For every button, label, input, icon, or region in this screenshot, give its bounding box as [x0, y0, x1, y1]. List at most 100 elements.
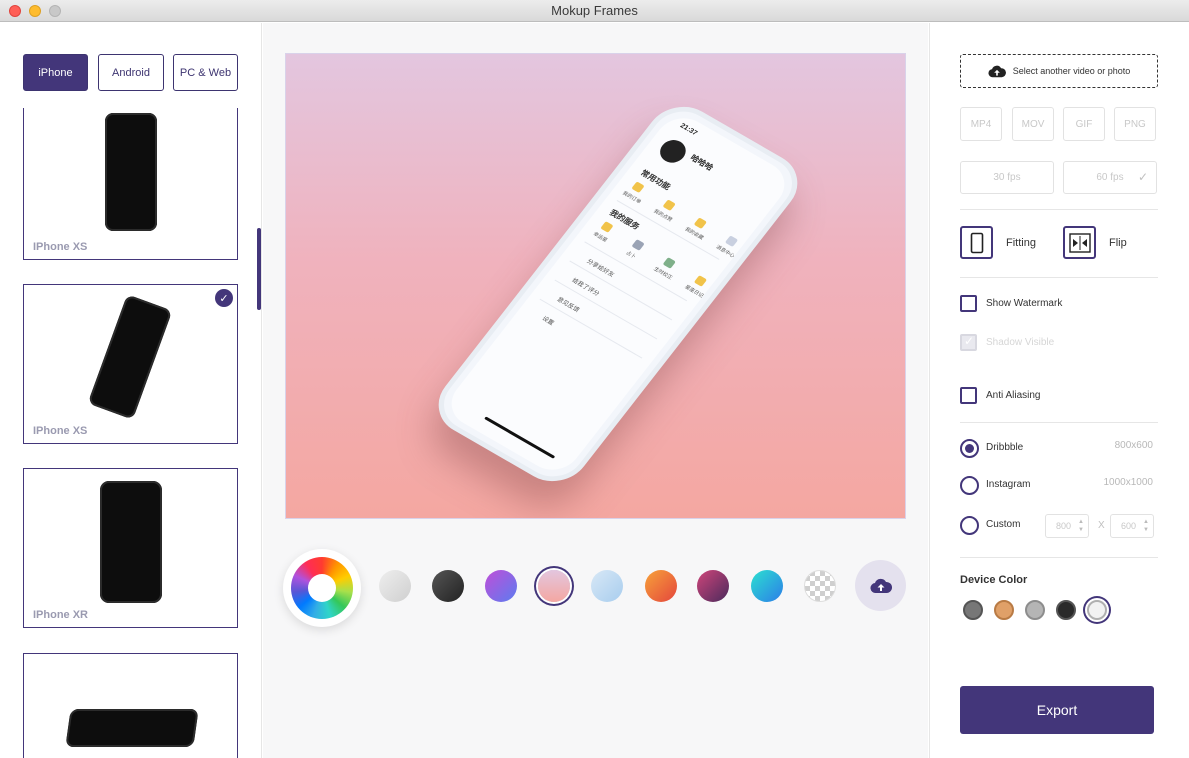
phone-icon: [693, 217, 708, 230]
select-media-label: Select another video or photo: [1012, 66, 1131, 76]
settings-panel: Select another video or photo MP4 MOV GI…: [929, 23, 1189, 758]
phone-item-label: 占卜: [624, 250, 637, 261]
select-media-button[interactable]: Select another video or photo: [960, 54, 1158, 88]
cloud-upload-icon: [988, 65, 1006, 77]
custom-width-stepper[interactable]: 800 ▲ ▼: [1045, 514, 1089, 538]
phone-list-item: 设置: [540, 316, 555, 327]
phone-home-indicator: [484, 416, 556, 459]
phone-icon: [631, 181, 645, 194]
fps-30-button[interactable]: 30 fps: [960, 161, 1054, 194]
format-gif-button[interactable]: GIF: [1063, 107, 1105, 141]
flip-icon: [1068, 232, 1091, 253]
swatch-transparent[interactable]: [804, 570, 836, 602]
phone-icon: [600, 221, 614, 233]
phone-list-item: 分享给好友: [585, 258, 615, 279]
phone-icon: [631, 239, 645, 251]
custom-width-value: 800: [1056, 521, 1072, 531]
flip-button[interactable]: [1063, 226, 1096, 259]
phone-screen: 21:37 哈哈哈 常用功能 我的订单 我的点赞 我的收藏 消息中心 我的服务: [440, 109, 796, 479]
format-png-button[interactable]: PNG: [1114, 107, 1156, 141]
phone-icon: [662, 257, 676, 269]
preview-area: 21:37 哈哈哈 常用功能 我的订单 我的点赞 我的收藏 消息中心 我的服务: [263, 23, 928, 758]
swatch-purple-blue[interactable]: [485, 570, 517, 602]
size-custom-radio[interactable]: [960, 516, 979, 535]
upload-background-button[interactable]: [855, 560, 906, 611]
window-title: Mokup Frames: [551, 3, 638, 18]
swatch-light-blue[interactable]: [591, 570, 623, 602]
device-color-gold[interactable]: [994, 600, 1014, 620]
tab-iphone[interactable]: iPhone: [23, 54, 88, 91]
swatch-pink[interactable]: [538, 570, 570, 602]
mockup-phone: 21:37 哈哈哈 常用功能 我的订单 我的点赞 我的收藏 消息中心 我的服务: [424, 94, 812, 494]
size-dribbble-resolution: 800x600: [1114, 440, 1153, 451]
check-icon: ✓: [1137, 170, 1148, 184]
color-wheel-button[interactable]: [283, 549, 361, 627]
device-sidebar: iPhone Android PC & Web IPhone XS ✓ IPho…: [0, 23, 262, 758]
swatch-light-gray[interactable]: [379, 570, 411, 602]
fitting-label: Fitting: [1006, 237, 1036, 249]
device-color-gray[interactable]: [963, 600, 983, 620]
phone-divider: [539, 298, 643, 359]
fps-60-button[interactable]: 60 fps ✓: [1063, 161, 1157, 194]
export-button[interactable]: Export: [960, 686, 1154, 734]
size-instagram-resolution: 1000x1000: [1103, 477, 1154, 488]
device-color-silver[interactable]: [1025, 600, 1045, 620]
color-wheel-icon: [291, 557, 353, 619]
title-bar: Mokup Frames: [0, 0, 1189, 22]
swatch-orange-red[interactable]: [645, 570, 677, 602]
shadow-visible-label: Shadow Visible: [986, 337, 1055, 348]
tab-android[interactable]: Android: [98, 54, 164, 91]
device-name: IPhone XS: [33, 425, 88, 437]
device-card-iphone-xs-front[interactable]: IPhone XS: [23, 108, 238, 260]
phone-time: 21:37: [678, 122, 699, 137]
background-swatches: [263, 543, 928, 633]
phone-list-item: 给我了评分: [570, 277, 601, 298]
app-window: Mokup Frames iPhone Android PC & Web IPh…: [0, 0, 1189, 758]
divider: [960, 277, 1158, 278]
show-watermark-label: Show Watermark: [986, 298, 1063, 309]
show-watermark-checkbox[interactable]: [960, 295, 977, 312]
size-instagram-label: Instagram: [986, 479, 1031, 490]
stepper-arrows-icon[interactable]: ▲ ▼: [1078, 518, 1084, 534]
swatch-dark-gray[interactable]: [432, 570, 464, 602]
cloud-upload-icon: [869, 578, 892, 593]
tab-pc-web[interactable]: PC & Web: [173, 54, 238, 91]
phone-user-name: 哈哈哈: [688, 153, 715, 173]
mockup-canvas[interactable]: 21:37 哈哈哈 常用功能 我的订单 我的点赞 我的收藏 消息中心 我的服务: [285, 53, 906, 519]
phone-section-common: 常用功能: [638, 168, 673, 192]
format-mp4-button[interactable]: MP4: [960, 107, 1002, 141]
fitting-button[interactable]: [960, 226, 993, 259]
fps-30-label: 30 fps: [993, 172, 1021, 183]
size-instagram-radio[interactable]: [960, 476, 979, 495]
divider: [960, 209, 1158, 210]
device-thumbnail: [87, 294, 173, 420]
size-dribbble-radio[interactable]: [960, 439, 979, 458]
device-color-title: Device Color: [960, 574, 1028, 586]
device-thumbnail: [105, 113, 157, 231]
anti-aliasing-label: Anti Aliasing: [986, 390, 1041, 401]
swatch-wine[interactable]: [697, 570, 729, 602]
device-name: IPhone XR: [33, 609, 89, 621]
swatch-cyan[interactable]: [751, 570, 783, 602]
sidebar-scrollbar[interactable]: [257, 228, 261, 310]
custom-height-value: 600: [1121, 521, 1137, 531]
selected-check-icon: ✓: [215, 289, 233, 307]
phone-icon: [724, 235, 739, 248]
device-thumbnail: [100, 481, 162, 603]
phone-icon: [662, 199, 676, 212]
custom-size-separator: X: [1098, 520, 1105, 531]
anti-aliasing-checkbox[interactable]: [960, 387, 977, 404]
device-card-flat[interactable]: [23, 653, 238, 758]
custom-height-stepper[interactable]: 600 ▲ ▼: [1110, 514, 1154, 538]
shadow-visible-checkbox[interactable]: [960, 334, 977, 351]
device-color-black[interactable]: [1056, 600, 1076, 620]
device-thumbnail: [65, 709, 199, 747]
format-mov-button[interactable]: MOV: [1012, 107, 1054, 141]
stepper-arrows-icon[interactable]: ▲ ▼: [1143, 518, 1149, 534]
device-name: IPhone XS: [33, 241, 88, 253]
phone-avatar: [655, 135, 691, 167]
size-custom-label: Custom: [986, 519, 1021, 530]
device-color-white[interactable]: [1087, 600, 1107, 620]
device-card-iphone-xr[interactable]: IPhone XR: [23, 468, 238, 628]
device-card-iphone-xs-tilted[interactable]: ✓ IPhone XS: [23, 284, 238, 444]
